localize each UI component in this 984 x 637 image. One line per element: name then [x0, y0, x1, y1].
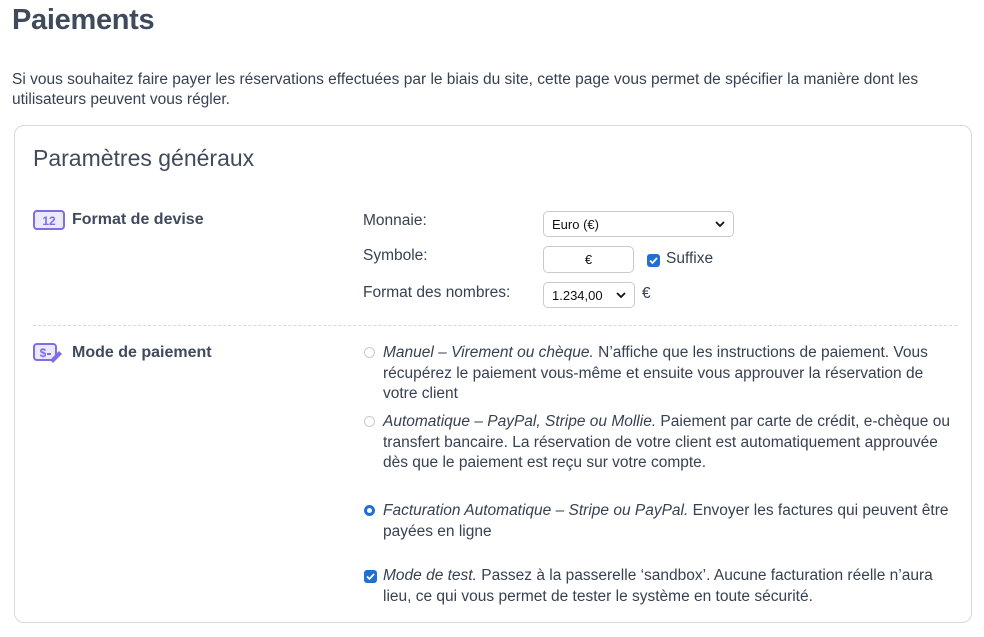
- number-format-label: Format des nombres:: [363, 284, 511, 301]
- chevron-down-icon: [616, 292, 626, 299]
- section-divider: [33, 325, 957, 326]
- payment-option-automatic: Automatique – PayPal, Stripe ou Mollie. …: [383, 412, 958, 474]
- checkmark-icon: [366, 573, 375, 581]
- payment-option-invoicing-title: Facturation Automatique – Stripe ou PayP…: [383, 502, 689, 519]
- page-intro: Si vous souhaitez faire payer les réserv…: [12, 71, 919, 108]
- payment-mode-heading: $ Mode de paiement: [33, 343, 212, 363]
- number-12-icon: 12: [33, 210, 65, 230]
- test-mode-title: Mode de test.: [383, 567, 477, 584]
- payment-option-automatic-radio[interactable]: [364, 416, 375, 427]
- payment-option-invoicing: Facturation Automatique – Stripe ou PayP…: [383, 501, 958, 542]
- payment-option-invoicing-radio[interactable]: [364, 505, 375, 516]
- currency-label: Monnaie:: [363, 212, 427, 229]
- number-format-currency-symbol: €: [642, 285, 651, 302]
- symbol-label: Symbole:: [363, 247, 428, 264]
- test-mode-checkbox[interactable]: [364, 570, 377, 583]
- currency-format-heading: 12 Format de devise: [33, 210, 204, 230]
- suffix-label: Suffixe: [666, 250, 714, 267]
- chevron-down-icon: [715, 221, 725, 228]
- symbol-input[interactable]: [543, 246, 634, 273]
- payment-option-manual: Manuel – Virement ou chèque. N’affiche q…: [383, 343, 958, 405]
- card-title: Paramètres généraux: [33, 145, 255, 171]
- payment-mode-label: Mode de paiement: [72, 344, 212, 361]
- payment-option-manual-radio[interactable]: [364, 347, 375, 358]
- checkmark-icon: [649, 257, 658, 265]
- currency-select[interactable]: Euro (€): [543, 211, 734, 237]
- svg-text:$: $: [40, 346, 47, 360]
- payment-option-manual-title: Manuel – Virement ou chèque.: [383, 344, 594, 361]
- currency-format-label: Format de devise: [72, 211, 204, 228]
- page-title: Paiements: [12, 4, 155, 36]
- number-format-value: 1.234,00: [552, 287, 603, 303]
- number-format-select[interactable]: 1.234,00: [543, 282, 635, 308]
- general-settings-card: Paramètres généraux 12 Format de devise …: [14, 125, 972, 623]
- payment-option-automatic-title: Automatique – PayPal, Stripe ou Mollie.: [383, 413, 657, 430]
- dollar-pen-icon: $: [33, 343, 65, 363]
- test-mode-option: Mode de test. Passez à la passerelle ‘sa…: [383, 566, 958, 607]
- svg-text:12: 12: [42, 214, 56, 228]
- currency-select-value: Euro (€): [552, 216, 599, 232]
- suffix-checkbox[interactable]: [647, 254, 660, 267]
